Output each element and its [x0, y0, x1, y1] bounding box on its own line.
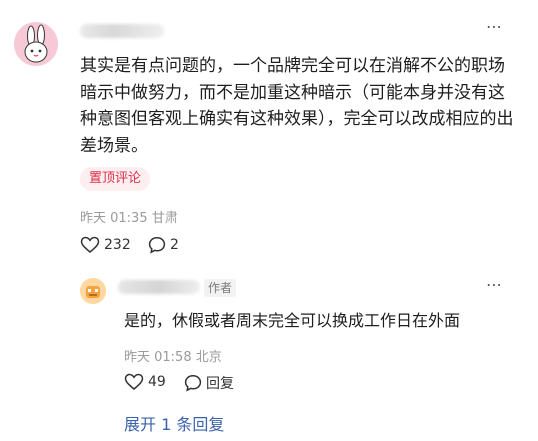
reply-text: 是的，休假或者周末完全可以换成工作日在外面	[124, 311, 461, 330]
reply-reply-button[interactable]: 回复	[184, 373, 234, 393]
reply-meta: 昨天 01:58 北京	[124, 346, 222, 365]
reply-label: 回复	[206, 376, 234, 392]
heart-icon	[80, 236, 100, 253]
commenter-username-blurred[interactable]	[80, 24, 164, 38]
reply-count-button[interactable]: 2	[148, 236, 179, 254]
comment-meta: 昨天 01:35 甘肃	[80, 207, 178, 226]
reply-more-options-icon[interactable]: ⋯	[486, 276, 512, 294]
pinned-badge: 置顶评论	[80, 167, 151, 191]
comment-text: 其实是有点问题的，一个品牌完全可以在消解不公的职场暗示中做努力，而不是加重这种暗…	[80, 56, 514, 156]
reply-username-blurred[interactable]	[118, 280, 200, 294]
reply-time: 昨天 01:58	[124, 350, 192, 365]
comment-bubble-icon	[184, 375, 202, 392]
author-tag: 作者	[204, 279, 237, 297]
comment-time: 昨天 01:35	[80, 211, 148, 226]
heart-icon	[124, 373, 144, 390]
reply-author-avatar[interactable]	[80, 278, 106, 304]
commenter-avatar[interactable]	[14, 22, 58, 66]
like-button[interactable]: 232	[80, 236, 131, 254]
reply-like-count: 49	[148, 374, 166, 390]
food-avatar-icon	[80, 278, 106, 304]
like-count: 232	[104, 237, 131, 253]
reply-like-button[interactable]: 49	[124, 373, 166, 391]
bunny-avatar-icon	[14, 22, 58, 66]
more-options-icon[interactable]: ⋯	[486, 18, 512, 36]
reply-count: 2	[170, 237, 179, 253]
reply-location: 北京	[195, 350, 222, 365]
comment-location: 甘肃	[151, 211, 178, 226]
comment-bubble-icon	[148, 237, 166, 254]
expand-replies-link[interactable]: 展开 1 条回复	[124, 411, 224, 435]
